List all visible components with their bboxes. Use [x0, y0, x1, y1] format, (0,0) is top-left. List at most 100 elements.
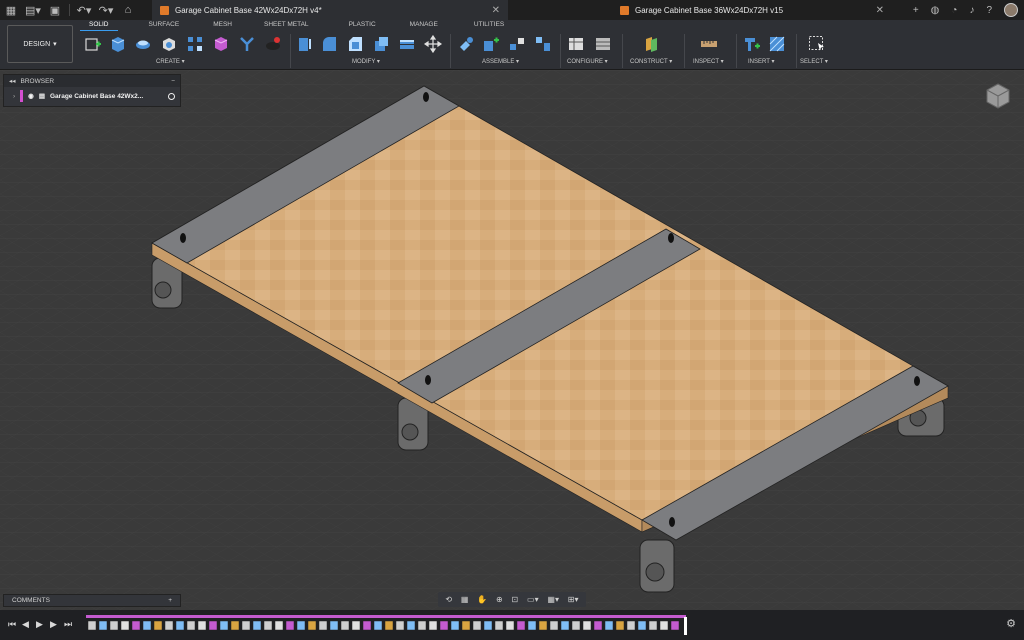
tab-plastic[interactable]: PLASTIC — [340, 20, 385, 31]
tab-solid[interactable]: SOLID — [80, 20, 118, 31]
home-icon[interactable]: ⌂ — [117, 0, 139, 20]
timeline-feature[interactable] — [406, 620, 416, 631]
timeline-feature[interactable] — [461, 620, 471, 631]
timeline-feature[interactable] — [98, 620, 108, 631]
timeline-feature[interactable] — [670, 620, 680, 631]
timeline-feature[interactable] — [527, 620, 537, 631]
tab-utilities[interactable]: UTILITIES — [465, 20, 513, 31]
timeline-feature[interactable] — [142, 620, 152, 631]
timeline-feature[interactable] — [252, 620, 262, 631]
tab-surface[interactable]: SURFACE — [140, 20, 189, 31]
as-built-joint-icon[interactable] — [508, 35, 526, 53]
expand-arrow-icon[interactable]: › — [13, 93, 15, 100]
box-icon[interactable] — [160, 35, 178, 53]
timeline-feature[interactable] — [626, 620, 636, 631]
press-pull-icon[interactable] — [296, 35, 314, 53]
go-to-start-icon[interactable]: ⏮ — [8, 619, 16, 630]
timeline-feature[interactable] — [164, 620, 174, 631]
view-cube[interactable] — [984, 82, 1012, 110]
timeline-feature[interactable] — [153, 620, 163, 631]
shell-icon[interactable] — [372, 35, 390, 53]
fit-icon[interactable]: ⊡ — [512, 595, 519, 604]
tab-manage[interactable]: MANAGE — [401, 20, 447, 31]
app-grid-icon[interactable]: ▦ — [0, 0, 22, 20]
settings-gear-icon[interactable]: ⚙ — [1006, 617, 1016, 630]
timeline-feature[interactable] — [241, 620, 251, 631]
group-insert[interactable]: INSERT ▾ — [748, 58, 774, 65]
group-select[interactable]: SELECT ▾ — [800, 58, 828, 65]
timeline-feature[interactable] — [450, 620, 460, 631]
pipe-icon[interactable] — [238, 35, 256, 53]
workspace-switcher[interactable]: DESIGN ▾ — [7, 25, 73, 63]
timeline-feature[interactable] — [109, 620, 119, 631]
display-settings-icon[interactable]: ▭▾ — [527, 595, 539, 604]
form-icon[interactable] — [212, 35, 230, 53]
fillet-icon[interactable] — [320, 35, 338, 53]
move-icon[interactable] — [424, 35, 442, 53]
timeline-feature[interactable] — [219, 620, 229, 631]
timeline-feature[interactable] — [274, 620, 284, 631]
timeline-marker[interactable] — [684, 617, 687, 635]
extrude-icon[interactable] — [108, 35, 126, 53]
timeline-feature[interactable] — [549, 620, 559, 631]
revolve-icon[interactable] — [134, 35, 152, 53]
step-back-icon[interactable]: ◀ — [22, 619, 29, 630]
timeline-feature[interactable] — [593, 620, 603, 631]
comments-panel[interactable]: COMMENTS + — [3, 594, 181, 607]
combine-icon[interactable] — [398, 35, 416, 53]
redo-icon[interactable]: ↷▾ — [95, 0, 117, 20]
go-to-end-icon[interactable]: ⏭ — [64, 619, 72, 630]
timeline-feature[interactable] — [604, 620, 614, 631]
browser-root-item[interactable]: › ◉ ▤ Garage Cabinet Base 42Wx2... — [4, 87, 180, 105]
timeline-feature[interactable] — [120, 620, 130, 631]
timeline-feature[interactable] — [428, 620, 438, 631]
timeline-feature[interactable] — [472, 620, 482, 631]
timeline-feature[interactable] — [285, 620, 295, 631]
timeline-feature[interactable] — [516, 620, 526, 631]
timeline-feature[interactable] — [175, 620, 185, 631]
timeline-feature[interactable] — [417, 620, 427, 631]
timeline-feature[interactable] — [538, 620, 548, 631]
browser-header[interactable]: ◂◂ BROWSER − — [4, 75, 180, 87]
timeline-feature[interactable] — [648, 620, 658, 631]
timeline-track[interactable] — [86, 615, 690, 637]
timeline-feature[interactable] — [439, 620, 449, 631]
minimize-icon[interactable]: − — [171, 78, 175, 85]
avatar[interactable] — [1004, 3, 1018, 17]
group-modify[interactable]: MODIFY ▾ — [352, 58, 380, 65]
zoom-icon[interactable]: ⊕ — [496, 595, 503, 604]
timeline-feature[interactable] — [351, 620, 361, 631]
document-tab-inactive[interactable]: Garage Cabinet Base 36Wx24Dx72H v15 ✕ — [612, 0, 892, 20]
timeline-feature[interactable] — [296, 620, 306, 631]
timeline-feature[interactable] — [307, 620, 317, 631]
look-at-icon[interactable]: ▦ — [461, 595, 469, 604]
fusion-generative-icon[interactable] — [264, 35, 282, 53]
collapse-icon[interactable]: ◂◂ — [9, 77, 16, 85]
group-assemble[interactable]: ASSEMBLE ▾ — [482, 58, 519, 65]
timeline-feature[interactable] — [615, 620, 625, 631]
timeline-feature[interactable] — [659, 620, 669, 631]
measure-icon[interactable] — [700, 35, 718, 53]
timeline-feature[interactable] — [560, 620, 570, 631]
tab-mesh[interactable]: MESH — [204, 20, 241, 31]
step-forward-icon[interactable]: ▶ — [50, 619, 57, 630]
timeline-feature[interactable] — [186, 620, 196, 631]
timeline-feature[interactable] — [373, 620, 383, 631]
file-menu-icon[interactable]: ▤▾ — [22, 0, 44, 20]
play-icon[interactable]: ▶ — [36, 619, 43, 630]
timeline-feature[interactable] — [197, 620, 207, 631]
insert-mesh-icon[interactable] — [768, 35, 786, 53]
grid-settings-icon[interactable]: ▦▾ — [547, 595, 559, 604]
chamfer-icon[interactable] — [346, 35, 364, 53]
configure-rules-icon[interactable] — [594, 35, 612, 53]
timeline-feature[interactable] — [263, 620, 273, 631]
group-construct[interactable]: CONSTRUCT ▾ — [630, 58, 672, 65]
timeline-feature[interactable] — [483, 620, 493, 631]
timeline-feature[interactable] — [329, 620, 339, 631]
joint-icon[interactable] — [482, 35, 500, 53]
timeline-feature[interactable] — [230, 620, 240, 631]
timeline-feature[interactable] — [131, 620, 141, 631]
notifications-icon[interactable]: ♪ — [969, 5, 974, 16]
insert-derive-icon[interactable] — [742, 35, 760, 53]
timeline-feature[interactable] — [208, 620, 218, 631]
